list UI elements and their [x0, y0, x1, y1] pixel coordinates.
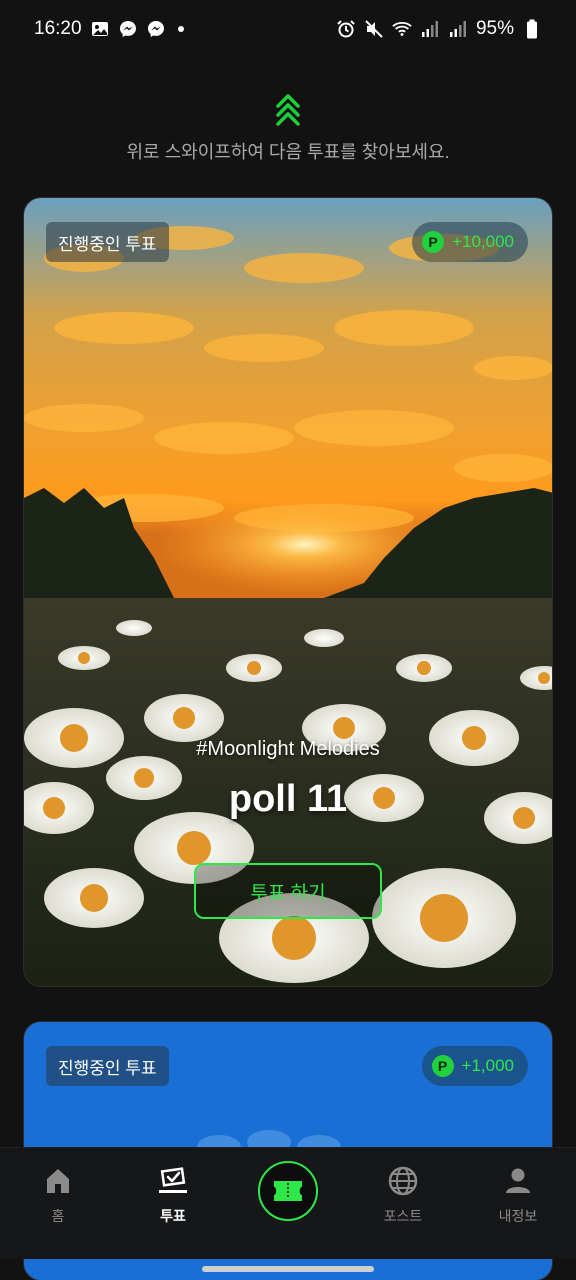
nav-item-post[interactable]: 포스트 — [358, 1166, 448, 1226]
home-icon — [47, 1169, 69, 1193]
wifi-icon — [392, 19, 412, 39]
messenger-icon — [146, 19, 166, 39]
poll-hashtag: #Moonlight Melodies — [196, 738, 380, 760]
nav-item-label: 포스트 — [383, 1208, 423, 1224]
poll-status-badge: 진행중인 투표 — [46, 1046, 169, 1086]
reward-badge: P +1,000 — [421, 1046, 528, 1086]
nav-item-label: 홈 — [51, 1208, 65, 1224]
signal-icon — [448, 19, 468, 39]
nav-item-label: 투표 — [160, 1208, 186, 1224]
nav-item-home[interactable]: 홈 — [13, 1166, 103, 1226]
messenger-icon — [118, 19, 138, 39]
ticket-icon — [274, 1181, 302, 1201]
nav-item-vote[interactable]: 투표 — [128, 1166, 218, 1226]
status-time: 16:20 — [34, 18, 82, 39]
p-coin-icon: P — [431, 1055, 454, 1077]
vote-icon — [159, 1167, 187, 1193]
nav-item-label: 내정보 — [498, 1208, 538, 1224]
battery-icon — [522, 19, 542, 39]
signal-icon — [420, 19, 440, 39]
reward-badge: P +10,000 — [412, 222, 528, 262]
swipe-hint-text: 위로 스와이프하여 다음 투표를 찾아보세요. — [126, 142, 450, 162]
reward-amount: +10,000 — [452, 232, 514, 251]
status-bar: 16:20 95% — [0, 0, 576, 58]
poll-status-badge: 진행중인 투표 — [46, 222, 169, 262]
user-icon — [506, 1168, 530, 1193]
mute-icon — [364, 19, 384, 39]
image-icon — [90, 19, 110, 39]
bottom-nav: 홈 투표 포스트 내정보 — [0, 1147, 576, 1259]
globe-icon — [388, 1166, 418, 1196]
nav-item-ticket[interactable] — [258, 1161, 318, 1221]
battery-percent: 95% — [475, 18, 514, 39]
nav-item-profile[interactable]: 내정보 — [473, 1166, 563, 1226]
chevrons-up-icon — [276, 94, 300, 126]
poll-card[interactable]: 진행중인 투표 P +10,000 #Moonlight Melodies po… — [23, 197, 553, 987]
swipe-hint: 위로 스와이프하여 다음 투표를 찾아보세요. — [0, 92, 576, 164]
reward-amount: +1,000 — [461, 1056, 514, 1075]
vote-button[interactable]: 투표 하기 — [194, 863, 382, 919]
home-indicator[interactable] — [202, 1266, 374, 1272]
p-coin-icon: P — [422, 231, 445, 253]
notification-dot-icon — [177, 26, 184, 32]
poll-title: poll 11 — [228, 778, 348, 820]
alarm-icon — [336, 19, 356, 39]
